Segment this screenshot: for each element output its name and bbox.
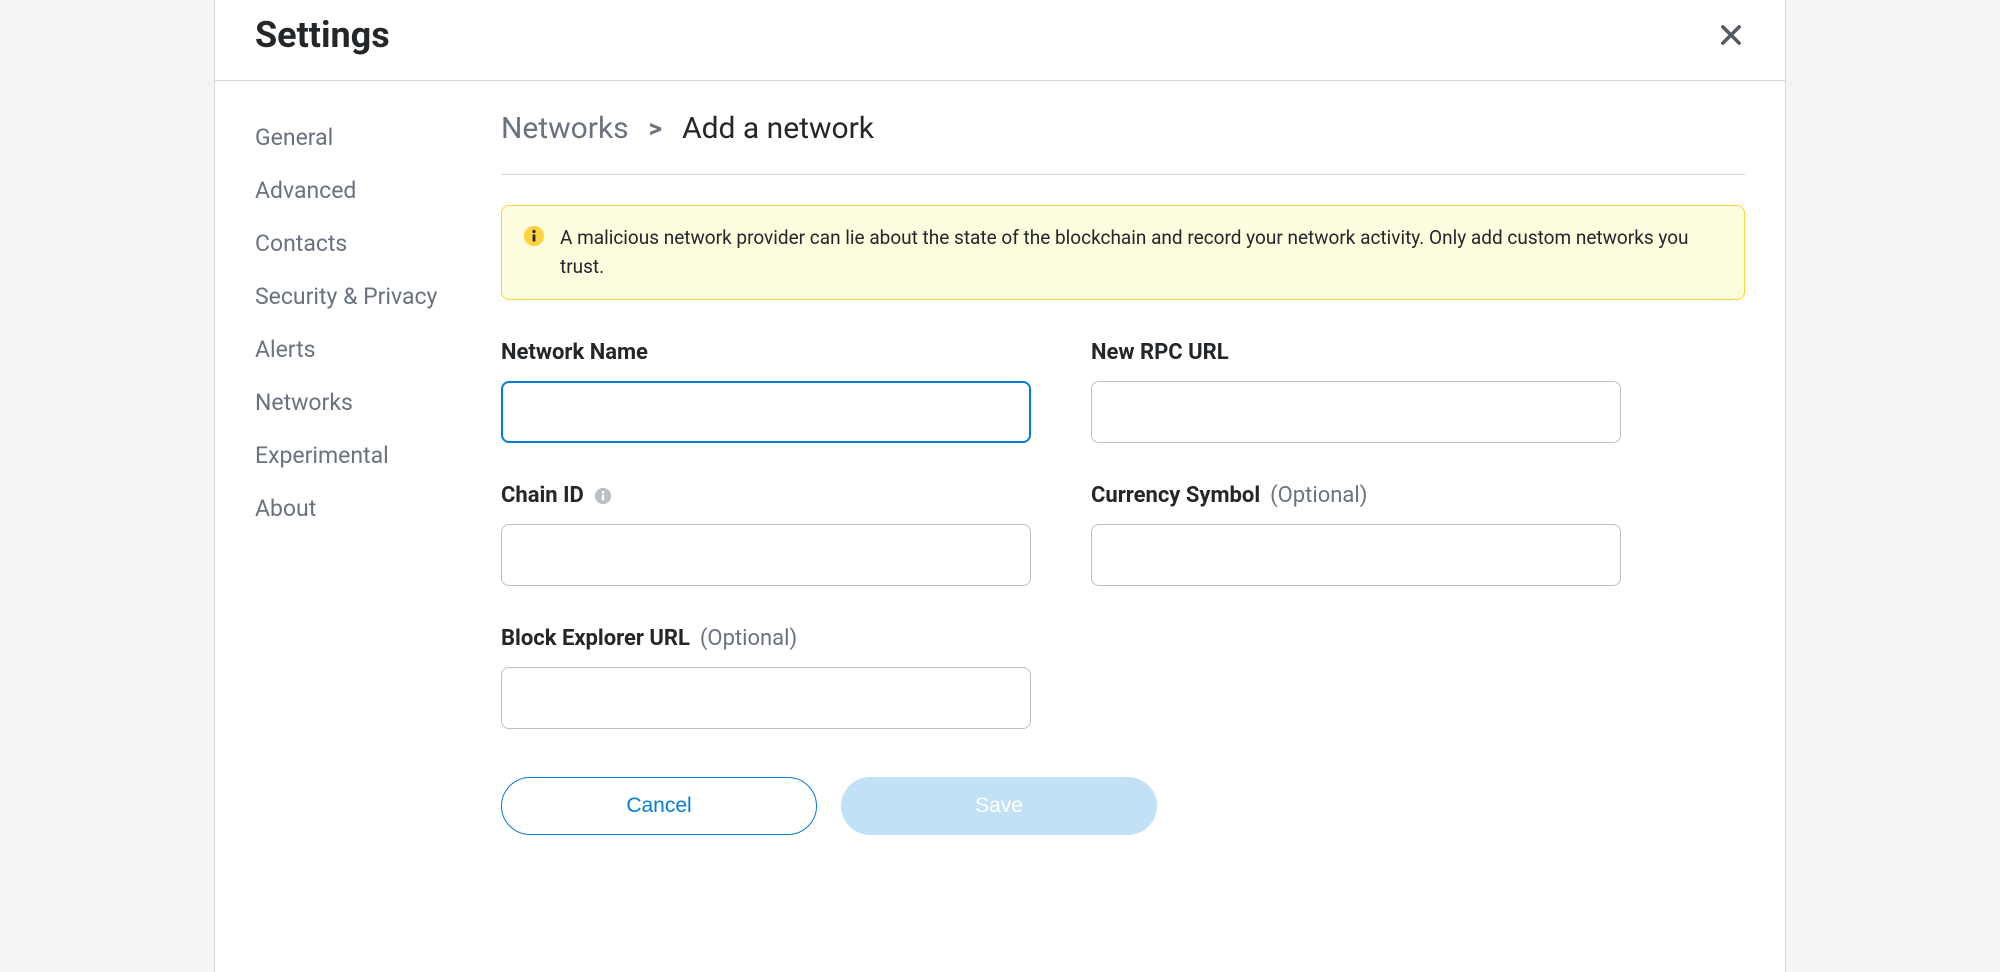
warning-banner: A malicious network provider can lie abo… <box>501 205 1745 300</box>
add-network-form: Network Name New RPC URL Chain ID <box>501 340 1621 729</box>
field-chain-id: Chain ID <box>501 483 1031 586</box>
label-network-name: Network Name <box>501 340 1031 365</box>
block-explorer-input[interactable] <box>501 667 1031 729</box>
sidebar-item-alerts[interactable]: Alerts <box>255 323 501 376</box>
sidebar-item-general[interactable]: General <box>255 111 501 164</box>
breadcrumb: Networks > Add a network <box>501 111 1745 175</box>
label-optional: (Optional) <box>1270 483 1367 508</box>
main-content: Networks > Add a network A malicious net… <box>501 81 1785 962</box>
sidebar-item-about[interactable]: About <box>255 482 501 535</box>
sidebar: General Advanced Contacts Security & Pri… <box>215 81 501 962</box>
info-warning-icon <box>524 226 544 246</box>
label-text: Block Explorer URL <box>501 626 690 651</box>
sidebar-item-contacts[interactable]: Contacts <box>255 217 501 270</box>
field-block-explorer: Block Explorer URL (Optional) <box>501 626 1031 729</box>
sidebar-item-advanced[interactable]: Advanced <box>255 164 501 217</box>
save-button[interactable]: Save <box>841 777 1157 835</box>
field-currency-symbol: Currency Symbol (Optional) <box>1091 483 1621 586</box>
close-icon[interactable] <box>1717 21 1745 49</box>
network-name-input[interactable] <box>501 381 1031 443</box>
sidebar-item-security-privacy[interactable]: Security & Privacy <box>255 270 501 323</box>
label-text: Chain ID <box>501 483 584 508</box>
sidebar-item-networks[interactable]: Networks <box>255 376 501 429</box>
label-optional: (Optional) <box>700 626 797 651</box>
field-network-name: Network Name <box>501 340 1031 443</box>
currency-symbol-input[interactable] <box>1091 524 1621 586</box>
sidebar-item-experimental[interactable]: Experimental <box>255 429 501 482</box>
modal-body: General Advanced Contacts Security & Pri… <box>215 81 1785 962</box>
label-text: Currency Symbol <box>1091 483 1260 508</box>
breadcrumb-current: Add a network <box>682 111 874 146</box>
label-rpc-url: New RPC URL <box>1091 340 1621 365</box>
warning-text: A malicious network provider can lie abo… <box>560 224 1722 281</box>
label-currency-symbol: Currency Symbol (Optional) <box>1091 483 1621 508</box>
rpc-url-input[interactable] <box>1091 381 1621 443</box>
modal-header: Settings <box>215 0 1785 81</box>
chain-id-input[interactable] <box>501 524 1031 586</box>
field-rpc-url: New RPC URL <box>1091 340 1621 443</box>
settings-modal: Settings General Advanced Contacts Secur… <box>214 0 1786 972</box>
label-chain-id: Chain ID <box>501 483 1031 508</box>
breadcrumb-back[interactable]: Networks <box>501 111 629 146</box>
label-text: New RPC URL <box>1091 340 1229 365</box>
label-block-explorer: Block Explorer URL (Optional) <box>501 626 1031 651</box>
chevron-right-icon: > <box>649 114 662 144</box>
form-buttons: Cancel Save <box>501 777 1745 835</box>
label-text: Network Name <box>501 340 648 365</box>
cancel-button[interactable]: Cancel <box>501 777 817 835</box>
modal-title: Settings <box>255 14 390 56</box>
info-icon[interactable] <box>594 487 612 505</box>
